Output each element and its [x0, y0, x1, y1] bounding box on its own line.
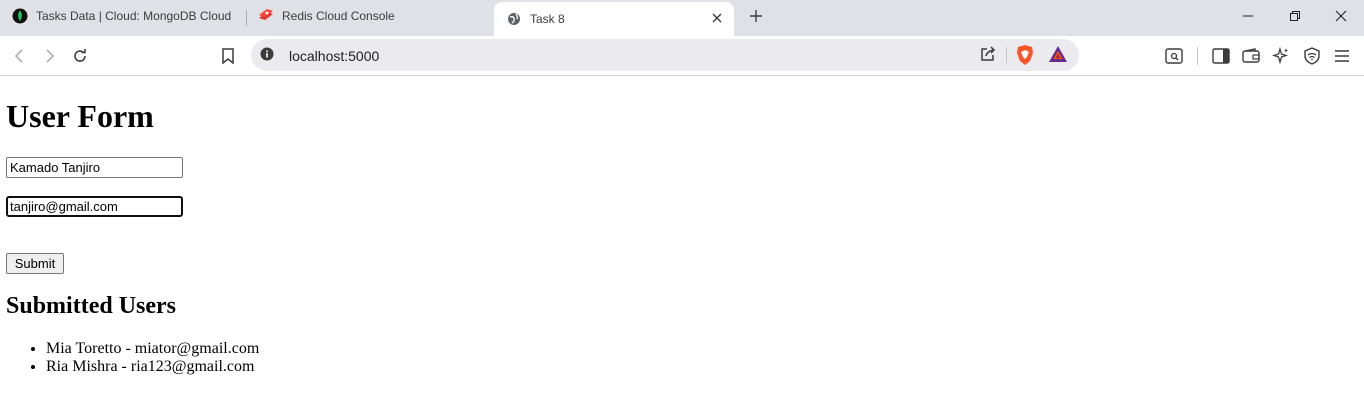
tab-title: Tasks Data | Cloud: MongoDB Cloud [36, 9, 232, 23]
address-bar[interactable]: localhost:5000 [251, 39, 1079, 71]
vpn-shield-icon[interactable] [1301, 45, 1323, 67]
close-window-icon[interactable] [1330, 6, 1352, 26]
tab-title: Redis Cloud Console [282, 9, 395, 23]
name-input[interactable] [6, 157, 183, 178]
address-text[interactable]: localhost:5000 [289, 48, 379, 64]
globe-icon [506, 11, 522, 27]
wallet-icon[interactable] [1240, 45, 1262, 67]
leo-ai-icon[interactable] [1270, 45, 1292, 67]
menu-icon[interactable] [1331, 45, 1353, 67]
close-tab-icon[interactable] [708, 9, 726, 27]
tab-separator [246, 10, 247, 26]
redis-icon [258, 8, 274, 24]
brave-shields-icon[interactable] [1015, 44, 1035, 71]
tab-redis[interactable]: Redis Cloud Console [258, 0, 490, 32]
browser-toolbar: localhost:5000 [0, 36, 1364, 76]
submit-button[interactable]: Submit [6, 253, 64, 274]
tab-title: Task 8 [530, 12, 565, 26]
new-tab-icon[interactable] [746, 6, 766, 26]
bookmark-icon[interactable] [217, 45, 239, 67]
share-icon[interactable] [979, 45, 997, 68]
tab-mongodb[interactable]: Tasks Data | Cloud: MongoDB Cloud [12, 0, 244, 32]
sidebar-icon[interactable] [1210, 45, 1232, 67]
site-info-icon[interactable] [260, 47, 274, 61]
list-item: Ria Mishra - ria123@gmail.com [46, 358, 259, 376]
users-list: Mia Toretto - miator@gmail.com Ria Mishr… [6, 340, 259, 376]
mongodb-leaf-icon [12, 8, 28, 24]
forward-icon[interactable] [38, 45, 60, 67]
tab-task-8[interactable]: Task 8 [494, 2, 734, 36]
reload-icon[interactable] [69, 45, 91, 67]
tab-strip: Tasks Data | Cloud: MongoDB Cloud Redis … [0, 0, 1364, 36]
email-input[interactable] [6, 196, 183, 217]
submitted-users-heading: Submitted Users [6, 293, 177, 319]
minimize-icon[interactable] [1237, 6, 1259, 26]
divider [1197, 47, 1198, 65]
divider [1006, 47, 1007, 63]
back-icon[interactable] [9, 45, 31, 67]
brave-rewards-icon[interactable] [1048, 45, 1068, 68]
tab-search-icon[interactable] [1163, 45, 1185, 67]
page-title: User Form [6, 98, 154, 134]
restore-icon[interactable] [1284, 6, 1306, 26]
list-item: Mia Toretto - miator@gmail.com [46, 340, 259, 358]
